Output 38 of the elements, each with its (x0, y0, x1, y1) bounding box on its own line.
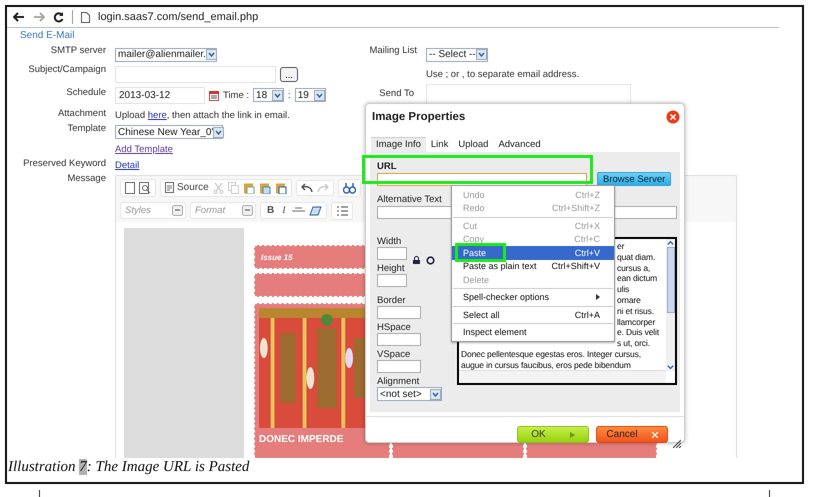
field-label: VSpace (377, 349, 412, 360)
preview-text: augue in cursus faucibus, eros pede bibendum (461, 360, 631, 371)
field-label: HSpace (377, 322, 412, 334)
preview-text: er (617, 241, 624, 252)
field-label: Preserved Keyword (22, 158, 107, 171)
preview-text: s ut, orci. (617, 338, 650, 350)
field-label: Height (377, 263, 406, 274)
field-label: Attachment (56, 108, 107, 121)
preview-text: cursus a, (617, 262, 650, 274)
attachment-note: Upload here, then attach the link in email. (115, 110, 290, 121)
preview-text: llamcorper (617, 316, 656, 328)
preview-text: ean dictum (617, 273, 658, 284)
section-title: Send E-Mail (20, 30, 76, 41)
field-label: Template (66, 123, 107, 136)
preview-text: Donec pellentesque egestas eros. Integer cursus, (461, 349, 641, 360)
field-label: Schedule (65, 86, 107, 100)
figure-caption: Illustration 7: The Image URL is Pasted (8, 459, 250, 475)
field-label: Subject/Campaign (27, 64, 107, 77)
issue-label: Issue 15 (261, 252, 293, 262)
field-label: Mailing List (368, 45, 418, 58)
field-label: Alignment (377, 376, 420, 388)
hint-text: Use ; or , to separate email address. (426, 69, 580, 80)
field-label: Width (377, 236, 402, 248)
preview-text: ni et risus. (617, 306, 654, 317)
preview-text: ornare (617, 295, 641, 306)
preview-text: ulis (617, 284, 630, 296)
field-label: Border (377, 295, 407, 306)
field-label: Message (66, 173, 107, 184)
field-label: URL (377, 161, 397, 172)
preview-text: e. Duis velit (617, 327, 659, 338)
preview-text: quat diam. (617, 252, 656, 263)
time-separator: : (288, 90, 291, 100)
field-label: Alternative Text (377, 194, 442, 206)
field-label: Send To (378, 87, 415, 101)
article-headline: DONEC IMPERDE (259, 434, 344, 445)
field-label: SMTP server (50, 45, 107, 58)
time-label: Time : (223, 90, 250, 100)
dialog-title: Image Properties (372, 110, 466, 123)
